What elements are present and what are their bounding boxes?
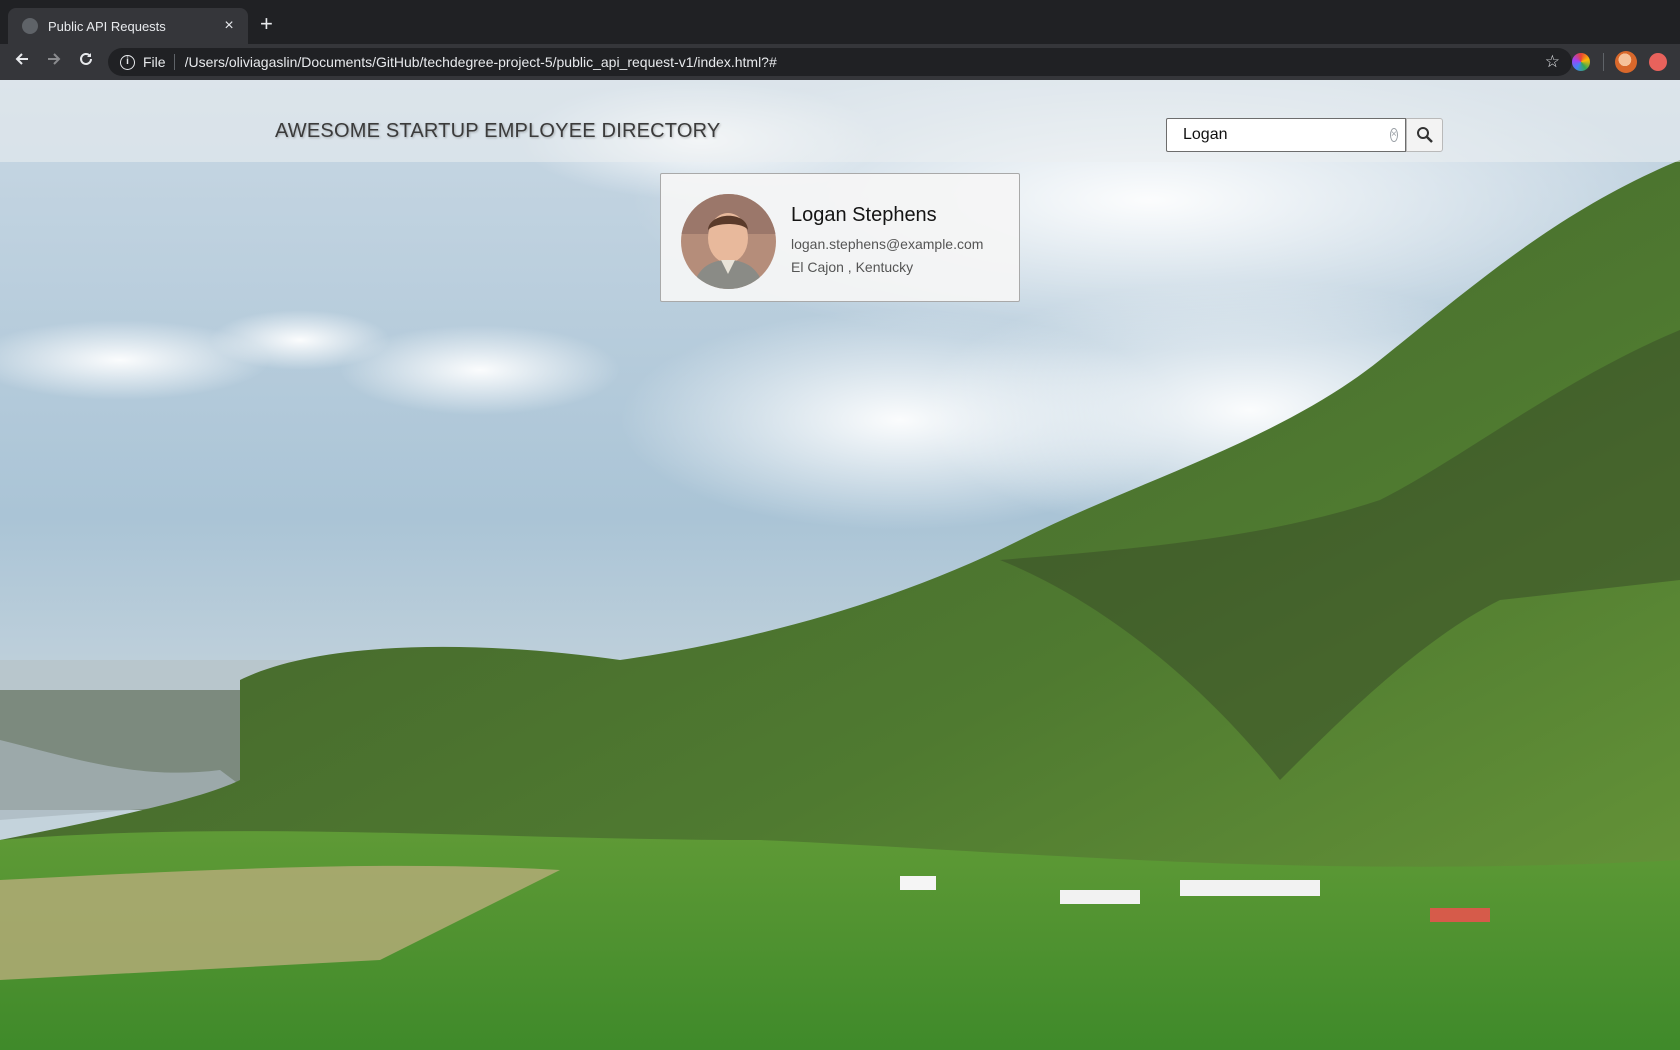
forward-arrow-icon[interactable] (42, 50, 66, 74)
star-icon[interactable]: ☆ (1545, 52, 1560, 72)
tab-title: Public API Requests (48, 18, 166, 34)
employee-email: logan.stephens@example.com (791, 236, 984, 252)
browser-tab[interactable]: Public API Requests × (8, 8, 248, 44)
extension-icon[interactable] (1572, 53, 1590, 71)
globe-favicon-icon (22, 18, 38, 34)
page-title: AWESOME STARTUP EMPLOYEE DIRECTORY (275, 120, 721, 142)
search-icon (1416, 127, 1433, 143)
clear-icon[interactable]: × (1390, 128, 1398, 142)
reload-icon[interactable] (74, 50, 98, 74)
browser-toolbar: i File /Users/oliviagaslin/Documents/Git… (0, 44, 1680, 80)
address-scheme-label: File (143, 54, 175, 70)
employee-location: El Cajon , Kentucky (791, 259, 914, 275)
back-arrow-icon[interactable] (10, 50, 34, 74)
page-viewport: AWESOME STARTUP EMPLOYEE DIRECTORY × Log… (0, 80, 1680, 1050)
employee-card[interactable]: Logan Stephens logan.stephens@example.co… (660, 173, 1020, 302)
search-field[interactable]: × (1166, 118, 1406, 152)
address-url[interactable]: /Users/oliviagaslin/Documents/GitHub/tec… (185, 54, 1545, 70)
search-input[interactable] (1183, 126, 1390, 144)
toolbar-divider (1603, 53, 1604, 71)
info-icon[interactable]: i (120, 54, 135, 70)
extension-icon[interactable] (1649, 53, 1667, 71)
address-bar[interactable]: i File /Users/oliviagaslin/Documents/Git… (108, 48, 1572, 76)
close-icon[interactable]: × (220, 17, 238, 35)
plus-icon[interactable]: + (260, 13, 273, 35)
browser-tab-strip: Public API Requests × + (0, 0, 1680, 44)
employee-name: Logan Stephens (791, 204, 937, 226)
profile-avatar-icon[interactable] (1615, 51, 1637, 73)
search-button[interactable] (1406, 118, 1443, 152)
avatar (681, 194, 776, 289)
